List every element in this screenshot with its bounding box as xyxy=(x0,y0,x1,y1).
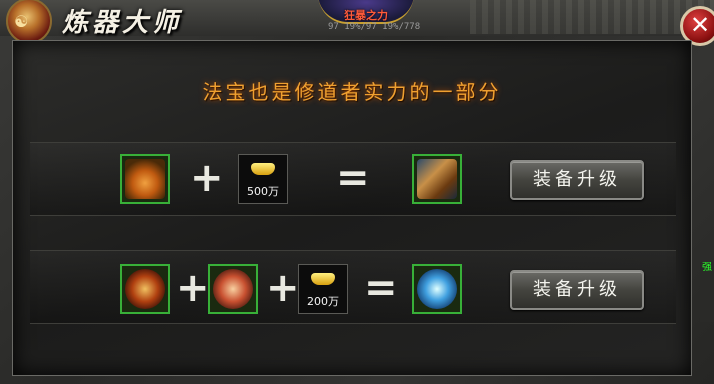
red-orb-icon xyxy=(125,269,165,309)
top-badge-label: 狂暴之力 xyxy=(344,9,388,22)
recipe-2-result-slot[interactable] xyxy=(412,264,462,314)
window-frame: ☯ 炼器大师 狂暴之力 97 19%/97 19%/778 ✕ 法宝也是修道者实… xyxy=(0,0,714,384)
plus-sign: + xyxy=(266,265,300,311)
recipe-2-input-slot-2[interactable] xyxy=(208,264,258,314)
gourd-icon xyxy=(125,159,165,199)
recipe-1-money-slot[interactable]: 500万 xyxy=(238,154,288,204)
panel-headline: 法宝也是修道者实力的一部分 xyxy=(202,80,502,104)
cannon-icon xyxy=(417,159,457,199)
pink-orb-icon xyxy=(213,269,253,309)
recipe-1-input-slot-1[interactable] xyxy=(120,154,170,204)
blue-orb-icon xyxy=(417,269,457,309)
recipe-1-result-slot[interactable] xyxy=(412,154,462,204)
window-title: 炼器大师 xyxy=(62,8,183,38)
gold-ingot-icon xyxy=(311,273,335,285)
plus-sign: + xyxy=(176,265,210,311)
top-stats: 97 19%/97 19%/778 xyxy=(328,22,421,32)
money-display: 500万 xyxy=(239,155,287,203)
recipe-2-money-slot[interactable]: 200万 xyxy=(298,264,348,314)
recipe-2-input-slot-1[interactable] xyxy=(120,264,170,314)
money-amount: 200万 xyxy=(307,295,339,308)
upgrade-equipment-button-1[interactable]: 装备升级 xyxy=(510,160,644,200)
window-emblem-icon xyxy=(6,0,52,44)
equals-sign: = xyxy=(336,155,370,201)
title-bar-pattern xyxy=(470,0,714,34)
money-amount: 500万 xyxy=(247,185,279,198)
upgrade-equipment-button-2[interactable]: 装备升级 xyxy=(510,270,644,310)
side-tag: 强 xyxy=(700,262,714,322)
plus-sign: + xyxy=(190,155,224,201)
money-display: 200万 xyxy=(299,265,347,313)
emblem-glyph: ☯ xyxy=(14,12,29,31)
gold-ingot-icon xyxy=(251,163,275,175)
equals-sign: = xyxy=(364,265,398,311)
